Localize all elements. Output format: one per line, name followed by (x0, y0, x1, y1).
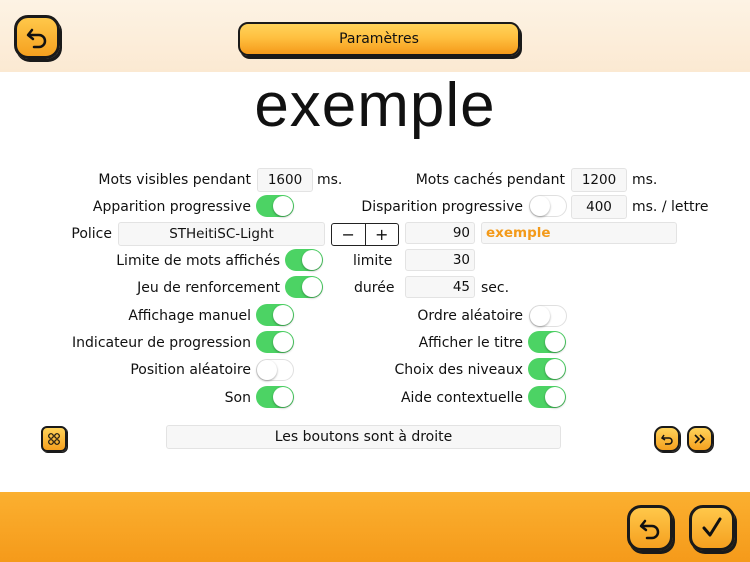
check-icon (702, 517, 722, 537)
duration-field[interactable]: 45 (405, 276, 475, 298)
random-position-label: Position aléatoire (130, 362, 251, 378)
replay-icon[interactable] (654, 426, 680, 452)
limit-label: limite (353, 253, 393, 269)
font-field[interactable]: STHeitiSC-Light (118, 222, 325, 246)
undo-icon (639, 519, 660, 540)
manual-toggle[interactable] (256, 304, 294, 326)
visible-duration-field[interactable]: 1600 (257, 168, 313, 192)
appear-toggle[interactable] (256, 195, 294, 217)
honeycomb-icon[interactable] (41, 426, 67, 452)
sound-label: Son (224, 390, 251, 406)
font-size-field[interactable]: 90 (405, 222, 475, 244)
fast-forward-glyph-icon (694, 434, 706, 444)
undo-button[interactable] (627, 505, 673, 551)
visible-unit: ms. (317, 172, 343, 188)
confirm-button[interactable] (689, 505, 735, 551)
font-label: Police (71, 226, 112, 242)
sound-toggle[interactable] (256, 386, 294, 408)
levels-toggle[interactable] (528, 358, 566, 380)
manual-label: Affichage manuel (128, 308, 251, 324)
disappear-toggle[interactable] (529, 195, 567, 217)
page-title: Paramètres (238, 22, 520, 56)
reinforce-label: Jeu de renforcement (137, 280, 280, 296)
honeycomb-glyph-icon (48, 433, 60, 445)
sample-word: exemple (254, 71, 496, 140)
disappear-unit: ms. / lettre (632, 199, 709, 215)
show-title-label: Afficher le titre (418, 335, 523, 351)
random-order-toggle[interactable] (529, 305, 567, 327)
undo-arrow-icon (26, 28, 47, 49)
disappear-label: Disparition progressive (361, 199, 523, 215)
visible-duration-label: Mots visibles pendant (98, 172, 251, 188)
random-order-label: Ordre aléatoire (417, 308, 523, 324)
hidden-duration-label: Mots cachés pendant (415, 172, 565, 188)
levels-label: Choix des niveaux (394, 362, 523, 378)
appear-label: Apparition progressive (92, 199, 251, 215)
stepper-minus-button[interactable]: − (332, 224, 366, 245)
limit-words-label: Limite de mots affichés (116, 253, 280, 269)
reinforce-toggle[interactable] (285, 276, 323, 298)
stepper-plus-button[interactable]: + (366, 224, 399, 245)
replay-glyph-icon (660, 434, 673, 445)
limit-words-toggle[interactable] (285, 249, 323, 271)
hidden-duration-field[interactable]: 1200 (571, 168, 627, 192)
progress-toggle[interactable] (256, 331, 294, 353)
show-title-toggle[interactable] (528, 331, 566, 353)
buttons-side-field[interactable]: Les boutons sont à droite (166, 425, 561, 449)
duration-unit: sec. (481, 280, 510, 296)
hidden-unit: ms. (632, 172, 658, 188)
help-toggle[interactable] (528, 386, 566, 408)
limit-field[interactable]: 30 (405, 249, 475, 271)
progress-label: Indicateur de progression (72, 335, 251, 351)
duration-label: durée (354, 280, 395, 296)
random-position-toggle[interactable] (256, 359, 294, 381)
fast-forward-icon[interactable] (687, 426, 713, 452)
back-button[interactable] (14, 15, 60, 59)
font-preview: exemple (481, 222, 677, 244)
help-label: Aide contextuelle (400, 390, 523, 406)
font-size-stepper[interactable]: − + (331, 223, 399, 246)
disappear-field[interactable]: 400 (571, 195, 627, 219)
